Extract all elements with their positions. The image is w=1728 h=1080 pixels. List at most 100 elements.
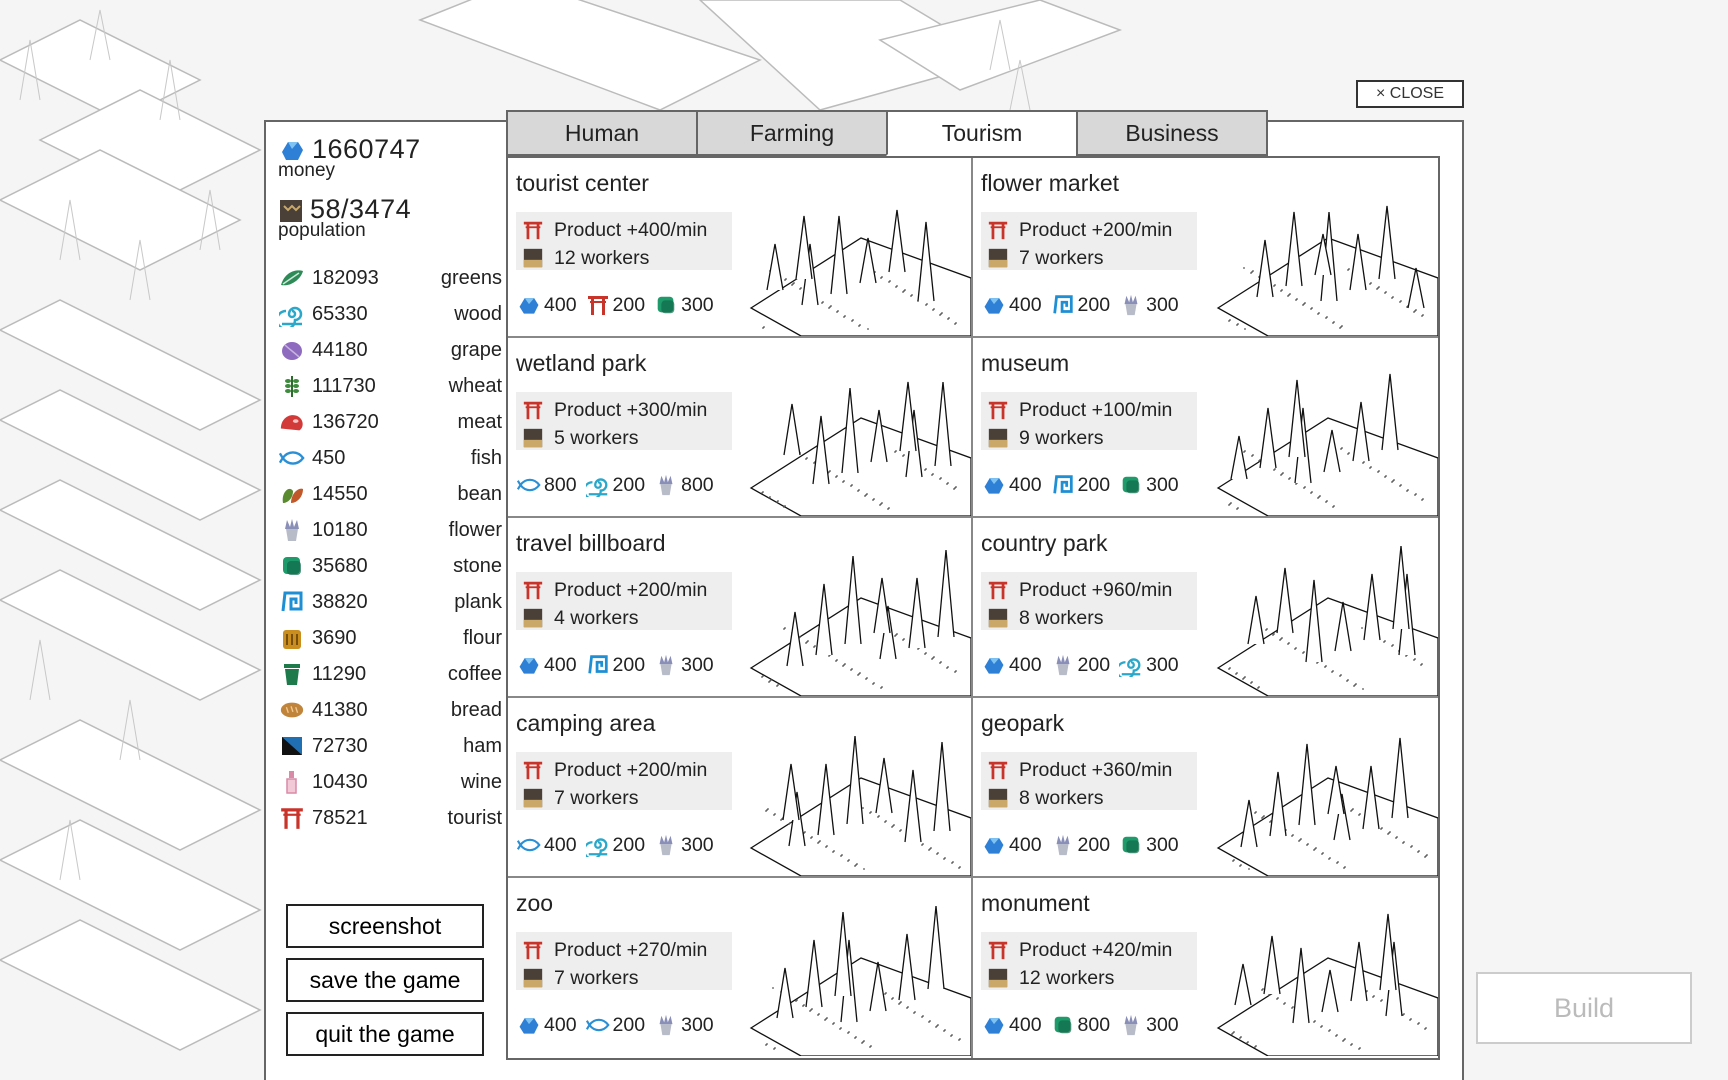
building-costs: 400 200 300 [516,832,722,858]
resource-name: grape [450,338,502,361]
tab-tourism[interactable]: Tourism [886,110,1078,156]
resource-name: wood [454,302,502,325]
worker-icon [522,967,544,989]
resource-name: flour [463,626,502,649]
resource-amount: 136720 [312,410,379,433]
resource-amount: 182093 [312,266,379,289]
cost-value: 400 [1009,1013,1042,1036]
close-button[interactable]: × CLOSE [1356,80,1464,108]
cost-value: 300 [1146,833,1179,856]
resource-item-ham: 72730 ham [278,728,506,764]
building-card-geopark[interactable]: geopark Product +360/min 8 workers 400 2… [973,698,1438,878]
quit-game-button[interactable]: quit the game [286,1012,484,1056]
flower-icon [653,472,679,498]
cost-value: 200 [612,473,646,496]
cost-value: 200 [1077,293,1111,316]
resource-amount: 111730 [312,374,376,397]
money-icon [981,292,1007,318]
wheat-icon [278,372,306,400]
money-icon [981,1012,1007,1038]
resource-name: plank [454,590,502,613]
resource-name: coffee [447,662,502,685]
cost-value: 400 [544,1013,577,1036]
flower-icon [653,1012,679,1038]
bread-icon [278,696,306,724]
resource-amount: 11290 [312,662,367,685]
build-button[interactable]: Build [1476,972,1692,1044]
stone-icon [653,292,679,318]
flower-icon [653,832,679,858]
category-tabs: Human Farming Tourism Business [506,110,1268,156]
building-card-museum[interactable]: museum Product +100/min 9 workers 400 20… [973,338,1438,518]
cost-item: 200 [585,1012,646,1038]
product-rate: Product +420/min [1019,938,1173,961]
resource-name: tourist [447,806,502,829]
cost-item: 400 [516,292,577,318]
screenshot-button[interactable]: screenshot [286,904,484,948]
building-card-country-park[interactable]: country park Product +960/min 8 workers … [973,518,1438,698]
cost-item: 300 [653,652,714,678]
resource-item-coffee: 11290 coffee [278,656,506,692]
cost-item: 300 [653,292,714,318]
building-card-flower-market[interactable]: flower market Product +200/min 7 workers… [973,158,1438,338]
building-name: museum [981,350,1070,376]
worker-icon [987,247,1009,269]
cost-value: 200 [612,293,646,316]
stone-icon [1118,832,1144,858]
building-card-tourist-center[interactable]: tourist center Product +400/min 12 worke… [508,158,973,338]
fish-icon [585,1012,611,1038]
building-card-monument[interactable]: monument Product +420/min 12 workers 400… [973,878,1438,1058]
resource-name: bean [457,482,503,505]
building-stats: Product +300/min 5 workers [516,392,732,450]
resource-item-greens: 182093 greens [278,260,506,296]
building-stats: Product +360/min 8 workers [981,752,1197,810]
money-icon [981,832,1007,858]
building-card-wetland-park[interactable]: wetland park Product +300/min 5 workers … [508,338,973,518]
worker-icon [522,427,544,449]
money-icon [516,292,542,318]
ham-icon [278,732,306,760]
tab-farming[interactable]: Farming [696,110,888,156]
cost-value: 300 [1146,293,1179,316]
cost-value: 400 [544,653,577,676]
population-label: population [278,220,366,241]
product-rate: Product +200/min [554,758,708,781]
tourist-icon [278,804,306,832]
tab-business[interactable]: Business [1076,110,1268,156]
flower-icon [1118,1012,1144,1038]
building-name: camping area [516,710,656,736]
cost-value: 800 [681,473,714,496]
save-game-button[interactable]: save the game [286,958,484,1002]
building-card-zoo[interactable]: zoo Product +270/min 7 workers 400 200 3… [508,878,973,1058]
worker-count: 8 workers [1019,786,1104,809]
cost-item: 200 [585,652,645,678]
building-costs: 400 800 300 [981,1012,1187,1038]
building-stats: Product +100/min 9 workers [981,392,1197,450]
tourist-icon [987,759,1009,781]
resource-amount: 44180 [312,338,368,361]
resource-name: meat [457,410,502,433]
cost-item: 400 [516,652,577,678]
building-costs: 400 200 300 [516,652,722,678]
cost-value: 400 [544,833,577,856]
resource-item-meat: 136720 meat [278,404,506,440]
resource-amount: 72730 [312,734,368,757]
building-card-travel-billboard[interactable]: travel billboard Product +200/min 4 work… [508,518,973,698]
tourist-icon [987,939,1009,961]
cost-value: 200 [1077,833,1111,856]
tourist-icon [987,219,1009,241]
building-grid: tourist center Product +400/min 12 worke… [506,156,1440,1060]
cost-value: 200 [612,1013,646,1036]
cost-value: 800 [544,473,577,496]
worker-count: 12 workers [554,246,650,269]
cost-item: 400 [516,1012,577,1038]
cost-item: 800 [1050,1012,1110,1038]
tourist-icon [522,939,544,961]
resource-item-flour: 3690 flour [278,620,506,656]
cost-item: 300 [1118,472,1179,498]
building-card-camping-area[interactable]: camping area Product +200/min 7 workers … [508,698,973,878]
wood-icon [1118,652,1144,678]
flower-icon [278,516,306,544]
building-name: zoo [516,890,554,916]
tab-human[interactable]: Human [506,110,698,156]
